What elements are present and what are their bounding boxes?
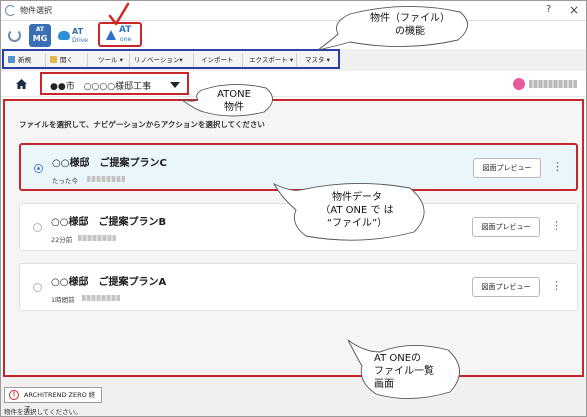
- home-icon[interactable]: [16, 79, 27, 89]
- file-time: 22分前: [51, 236, 73, 244]
- file-radio[interactable]: [34, 164, 43, 173]
- status-bar: ! ARCHITREND ZERO 終了 物件を選択してください。: [1, 378, 586, 416]
- open-button[interactable]: 開く: [48, 53, 88, 67]
- refresh-button[interactable]: [4, 24, 24, 47]
- instruction-text: ファイルを選択して、ナビゲーションからアクションを選択してください: [19, 120, 265, 129]
- file-card[interactable]: ○○様邸 ご提案プランA 1時間前 図面プレビュー ⋮: [19, 263, 578, 311]
- project-select-window: 物件選択 ? × AT MG AT Drive AT one 新規 開く ツール…: [0, 0, 587, 417]
- more-vert-icon[interactable]: ⋮: [552, 158, 563, 176]
- status-message: 物件を選択してください。: [4, 408, 82, 416]
- callout-line: ファイル一覧: [374, 366, 434, 377]
- at-drive-label-bottom: Drive: [72, 37, 88, 44]
- tools-menu[interactable]: ツール ▾: [96, 53, 130, 67]
- file-card[interactable]: ○○様邸 ご提案プランB 22分前 図面プレビュー ⋮: [19, 203, 578, 251]
- drawing-preview-button[interactable]: 図面プレビュー: [472, 217, 540, 237]
- close-button[interactable]: ×: [569, 3, 579, 17]
- at-drive-button[interactable]: AT Drive: [56, 24, 94, 47]
- exit-zero-button[interactable]: ! ARCHITREND ZERO 終了: [4, 387, 102, 413]
- app-strip: AT MG AT Drive AT one: [1, 21, 586, 49]
- import-button[interactable]: インポート: [199, 53, 243, 67]
- file-owner-redacted: [78, 235, 116, 241]
- refresh-icon: [8, 29, 21, 42]
- at-one-button[interactable]: AT one: [98, 22, 142, 47]
- file-time: 1時間前: [51, 296, 75, 304]
- callout-line: ATONE: [217, 89, 251, 100]
- more-vert-icon[interactable]: ⋮: [551, 217, 562, 235]
- file-owner-redacted: [87, 176, 125, 182]
- file-toolbar: 新規 開く ツール ▾ リノベーション▾ インポート エクスポート ▾ マスタ …: [2, 49, 340, 69]
- new-icon: [8, 56, 15, 63]
- file-list-panel: ファイルを選択して、ナビゲーションからアクションを選択してください ○○様邸 ご…: [3, 99, 584, 377]
- user-name-redacted: [529, 80, 577, 88]
- new-button[interactable]: 新規: [6, 53, 46, 67]
- file-card[interactable]: ○○様邸 ご提案プランC たった今 図面プレビュー ⋮: [19, 143, 578, 191]
- callout-line: AT ONEの: [374, 353, 422, 364]
- main-content: ●●市 ○○○○様邸工事 ファイルを選択して、ナビゲーションからアクションを選択…: [1, 71, 586, 377]
- user-avatar-icon[interactable]: [513, 78, 525, 90]
- file-radio[interactable]: [33, 283, 42, 292]
- callout-line: 物件: [224, 102, 244, 113]
- file-radio[interactable]: [33, 223, 42, 232]
- file-owner-redacted: [82, 295, 120, 301]
- app-icon: [5, 5, 16, 16]
- file-name: ○○様邸 ご提案プランC: [52, 158, 167, 169]
- file-time: たった今: [52, 177, 78, 185]
- at-drive-label-top: AT: [72, 27, 84, 36]
- at-mg-label-bottom: MG: [32, 34, 48, 43]
- new-label: 新規: [18, 56, 31, 64]
- title-bar: 物件選択 ? ×: [1, 1, 586, 21]
- window-title: 物件選択: [20, 6, 52, 15]
- drawing-preview-button[interactable]: 図面プレビュー: [472, 277, 540, 297]
- callout-file-features-text: 物件（ファイル） の機能: [360, 12, 460, 38]
- callout-line: 物件データ: [332, 192, 382, 203]
- open-label: 開く: [60, 56, 73, 64]
- project-name: ●●市 ○○○○様邸工事: [50, 82, 152, 92]
- warning-icon: !: [9, 390, 19, 400]
- at-mg-button[interactable]: AT MG: [29, 24, 51, 47]
- callout-line: の機能: [395, 26, 425, 37]
- callout-atone-project-text: ATONE 物件: [206, 88, 262, 114]
- callout-line: 物件（ファイル）: [370, 13, 450, 24]
- at-mg-label-top: AT: [35, 26, 45, 33]
- cloud-icon: [58, 31, 70, 40]
- callout-project-data-text: 物件データ （AT ONE で は “ファイル”）: [304, 191, 410, 230]
- chevron-down-icon: [170, 82, 180, 88]
- callout-line: （AT ONE で は: [320, 205, 394, 216]
- drawing-preview-button[interactable]: 図面プレビュー: [473, 158, 541, 178]
- export-menu[interactable]: エクスポート ▾: [247, 53, 297, 67]
- at-one-logo-icon: [106, 30, 116, 40]
- file-name: ○○様邸 ご提案プランB: [51, 217, 167, 228]
- file-name: ○○様邸 ご提案プランA: [51, 277, 167, 288]
- callout-line: “ファイル”）: [326, 218, 388, 229]
- more-vert-icon[interactable]: ⋮: [551, 277, 562, 295]
- callout-file-list-text: AT ONEの ファイル一覧 画面: [374, 352, 446, 391]
- help-button[interactable]: ?: [546, 4, 551, 15]
- renovation-menu[interactable]: リノベーション▾: [132, 53, 194, 67]
- at-one-label-bottom: one: [120, 36, 132, 43]
- open-folder-icon: [50, 56, 57, 63]
- callout-line: 画面: [374, 379, 394, 390]
- at-one-label-top: AT: [119, 25, 132, 35]
- project-selector[interactable]: ●●市 ○○○○様邸工事: [40, 72, 189, 95]
- breadcrumb: ●●市 ○○○○様邸工事: [1, 71, 586, 97]
- master-menu[interactable]: マスタ ▾: [303, 53, 337, 67]
